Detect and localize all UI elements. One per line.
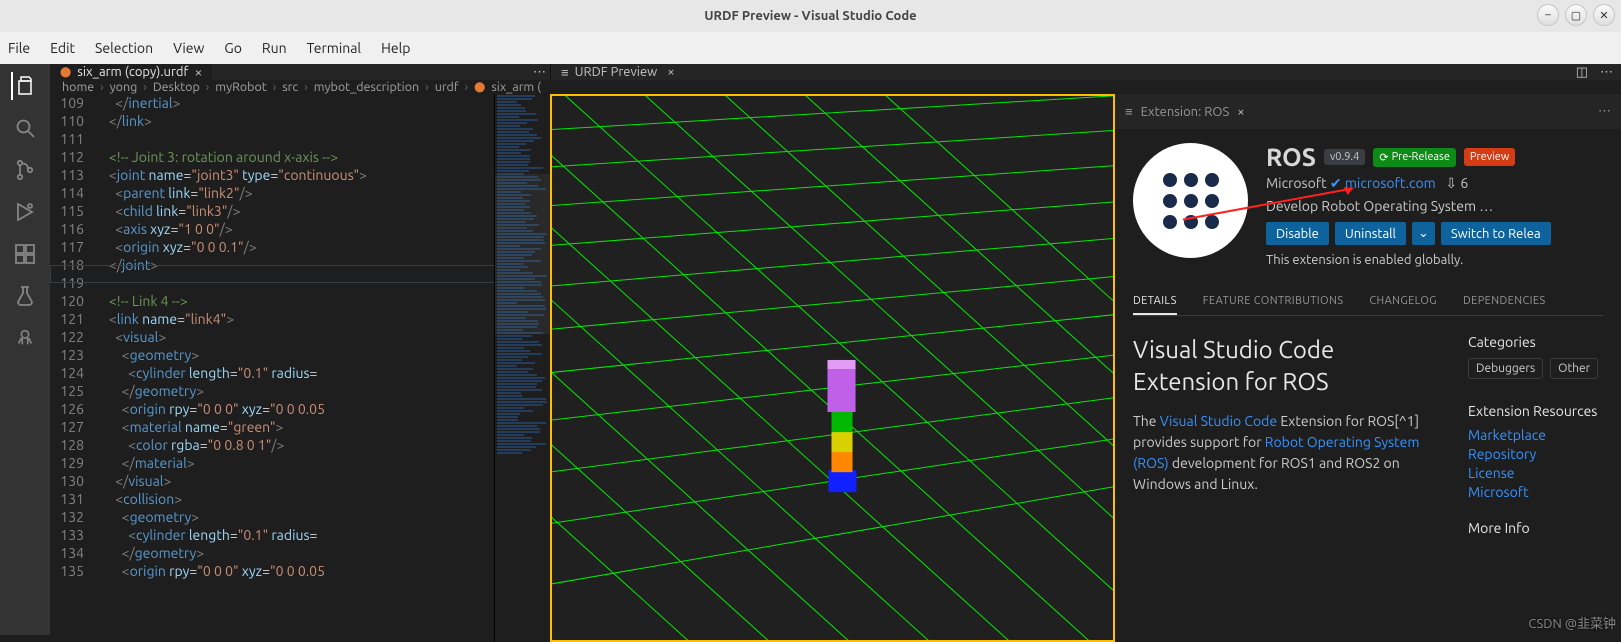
crumb-yong[interactable]: yong	[110, 80, 138, 94]
uninstall-dropdown[interactable]: ⌄	[1412, 222, 1435, 245]
ros-icon[interactable]	[11, 324, 39, 352]
tab-more-icon[interactable]: ⋯	[533, 65, 546, 80]
menu-view[interactable]: View	[173, 40, 204, 56]
category-other[interactable]: Other	[1550, 358, 1598, 379]
crumb-urdf[interactable]: urdf	[435, 80, 459, 94]
nav-features[interactable]: FEATURE CONTRIBUTIONS	[1203, 289, 1344, 315]
maximize-icon[interactable]: ▢	[1565, 4, 1587, 26]
ext-more-icon[interactable]: ⋯	[1598, 104, 1611, 119]
split-editor-icon[interactable]: ◫	[1576, 65, 1588, 80]
link-marketplace[interactable]: Marketplace	[1468, 427, 1603, 443]
nav-dependencies[interactable]: DEPENDENCIES	[1463, 289, 1546, 315]
resources-heading: Extension Resources	[1468, 403, 1603, 419]
minimize-icon[interactable]: –	[1537, 4, 1559, 26]
install-count-icon: ⇩	[1445, 175, 1457, 191]
install-count: 6	[1460, 175, 1468, 191]
publisher-link[interactable]: microsoft.com	[1345, 175, 1436, 191]
enabled-note: This extension is enabled globally.	[1266, 253, 1603, 267]
details-heading: Visual Studio Code Extension for ROS	[1133, 334, 1444, 399]
file-icon: ⬤	[474, 81, 485, 93]
menubar: File Edit Selection View Go Run Terminal…	[0, 32, 1621, 64]
run-debug-icon[interactable]	[11, 198, 39, 226]
crumb-myrobot[interactable]: myRobot	[215, 80, 266, 94]
menu-selection[interactable]: Selection	[95, 40, 153, 56]
source-control-icon[interactable]	[11, 156, 39, 184]
menu-file[interactable]: File	[8, 40, 30, 56]
tab-label: six_arm (copy).urdf	[77, 65, 188, 79]
crumb-home[interactable]: home	[62, 80, 94, 94]
link-microsoft[interactable]: Microsoft	[1468, 484, 1603, 500]
extension-name: ROS	[1266, 143, 1316, 171]
extension-nav-tabs: DETAILS FEATURE CONTRIBUTIONS CHANGELOG …	[1133, 289, 1603, 316]
categories-heading: Categories	[1468, 334, 1603, 350]
prerelease-badge[interactable]: ⟳ Pre-Release	[1373, 148, 1456, 167]
menu-edit[interactable]: Edit	[50, 40, 75, 56]
nav-details[interactable]: DETAILS	[1133, 289, 1177, 315]
explorer-icon[interactable]	[11, 72, 39, 100]
line-gutter: 109 110 111 112 113 114 115 116 117 118 …	[50, 94, 96, 642]
menu-help[interactable]: Help	[381, 40, 410, 56]
menu-go[interactable]: Go	[224, 40, 241, 56]
vscode-link[interactable]: Visual Studio Code	[1160, 413, 1277, 429]
ext-tab-close-icon[interactable]: ×	[1237, 105, 1244, 119]
minimap[interactable]	[494, 94, 550, 642]
search-icon[interactable]	[11, 114, 39, 142]
breadcrumb[interactable]: home› yong› Desktop› myRobot› src› mybot…	[50, 80, 1621, 94]
tab-preview-close-icon[interactable]: ×	[667, 65, 674, 79]
menu-terminal[interactable]: Terminal	[307, 40, 362, 56]
window-titlebar: URDF Preview - Visual Studio Code – ▢ ✕	[0, 0, 1621, 32]
window-title: URDF Preview - Visual Studio Code	[704, 9, 916, 23]
code-content[interactable]: </inertial> </link> <!-- Joint 3: rotati…	[96, 94, 494, 642]
crumb-src[interactable]: src	[282, 80, 298, 94]
uninstall-button[interactable]: Uninstall	[1335, 222, 1406, 245]
file-icon: ⬤	[60, 66, 71, 78]
ext-tab-label[interactable]: Extension: ROS	[1141, 105, 1230, 119]
testing-icon[interactable]	[11, 282, 39, 310]
ext-tab-icon: ≡	[1125, 104, 1133, 119]
disable-button[interactable]: Disable	[1266, 222, 1329, 245]
urdf-preview-viewport[interactable]	[550, 94, 1115, 642]
details-paragraph: The Visual Studio Code Extension for ROS…	[1133, 411, 1444, 495]
preview-list-icon: ≡	[561, 65, 569, 80]
preview-more-icon[interactable]: ⋯	[1600, 65, 1613, 80]
watermark: CSDN @韭菜钟	[1528, 613, 1616, 632]
crumb-desktop[interactable]: Desktop	[153, 80, 200, 94]
link-repository[interactable]: Repository	[1468, 446, 1603, 462]
extension-description: Develop Robot Operating System …	[1266, 198, 1603, 214]
crumb-pkg[interactable]: mybot_description	[314, 80, 419, 94]
tab-close-icon[interactable]: ×	[194, 64, 202, 80]
menu-run[interactable]: Run	[262, 40, 287, 56]
preview-badge: Preview	[1464, 148, 1515, 166]
verified-icon: ✔	[1330, 175, 1342, 191]
version-badge: v0.9.4	[1324, 149, 1365, 165]
crumb-file[interactable]: six_arm (	[491, 80, 541, 94]
extensions-icon[interactable]	[11, 240, 39, 268]
nav-changelog[interactable]: CHANGELOG	[1369, 289, 1437, 315]
publisher-name: Microsoft	[1266, 175, 1327, 191]
switch-release-button[interactable]: Switch to Relea	[1441, 222, 1551, 245]
tab-preview-label: URDF Preview	[575, 65, 658, 79]
moreinfo-heading: More Info	[1468, 520, 1603, 536]
activity-bar	[0, 64, 50, 635]
tab-editor-file[interactable]: ⬤ six_arm (copy).urdf ×	[50, 64, 212, 80]
extension-tabbar: ≡ Extension: ROS × ⋯	[1115, 94, 1621, 129]
extension-logo	[1133, 143, 1248, 258]
link-license[interactable]: License	[1468, 465, 1603, 481]
close-icon[interactable]: ✕	[1593, 4, 1615, 26]
category-debuggers[interactable]: Debuggers	[1468, 358, 1543, 379]
code-editor[interactable]: 109 110 111 112 113 114 115 116 117 118 …	[50, 94, 550, 642]
